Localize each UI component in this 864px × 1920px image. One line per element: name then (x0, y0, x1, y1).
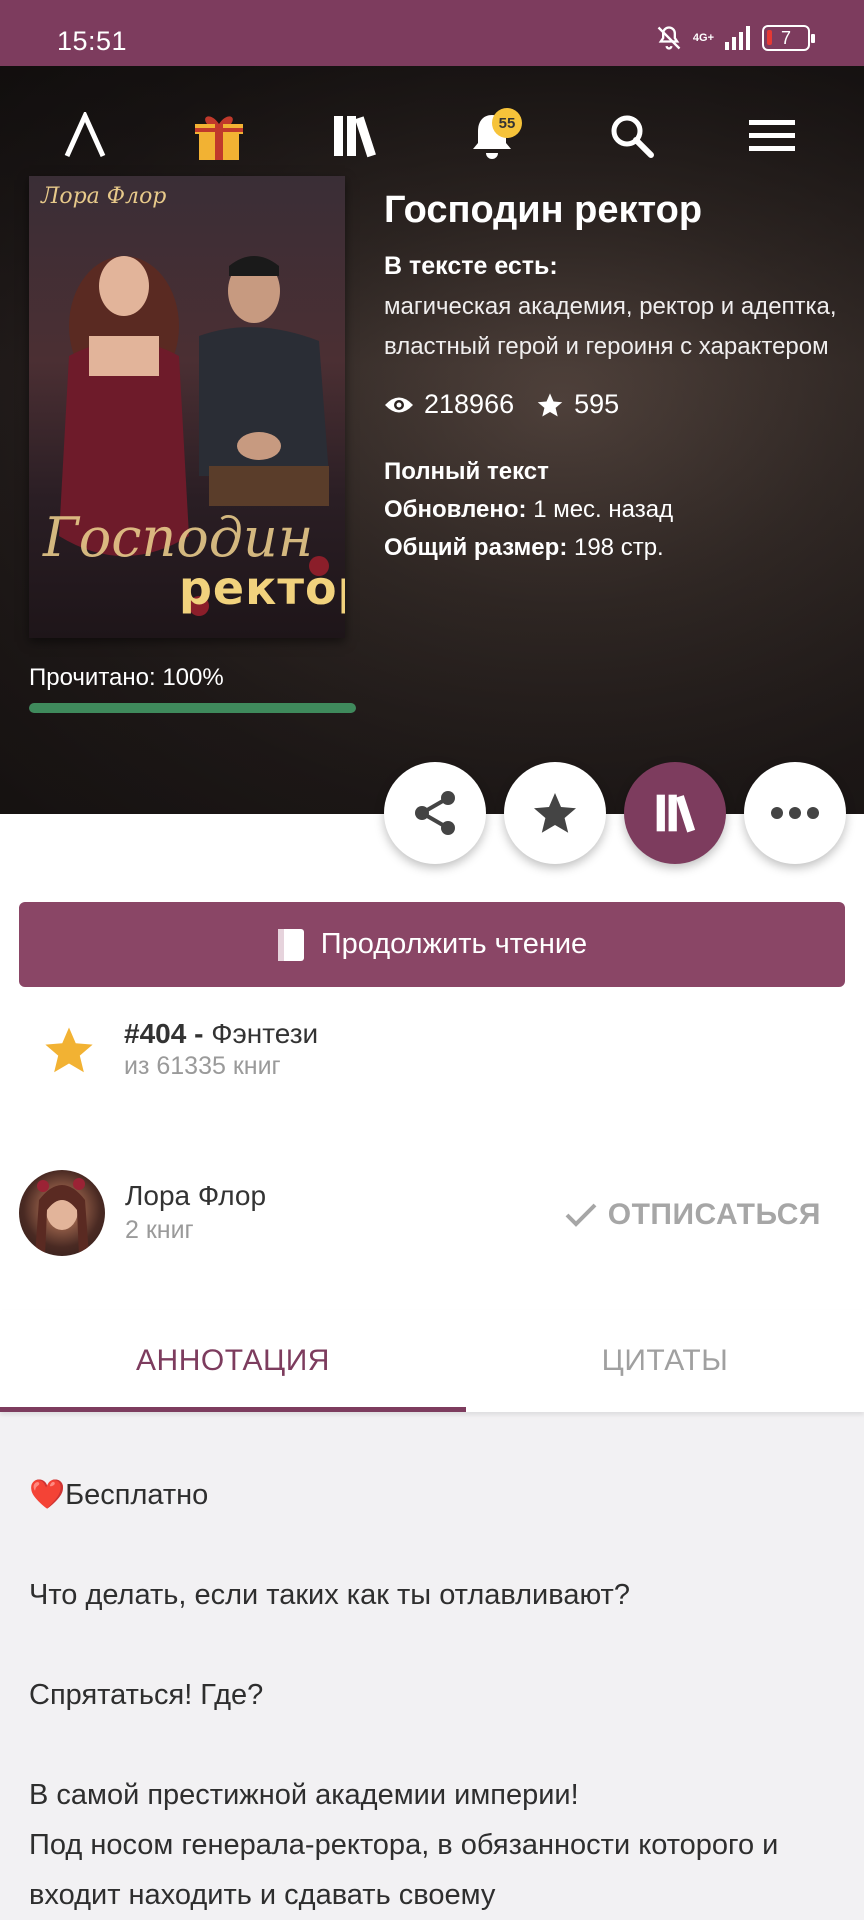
continue-reading-button[interactable]: Продолжить чтение (19, 902, 845, 987)
likes-count: 595 (574, 389, 620, 419)
genre-rank[interactable]: #404 - Фэнтези из 61335 книг (42, 1018, 318, 1081)
updated-value: 1 мес. назад (533, 496, 674, 523)
continue-reading-label: Продолжить чтение (320, 928, 588, 960)
author-avatar[interactable] (19, 1170, 105, 1256)
book-stats: 218966 595 (384, 389, 854, 420)
network-label: 4G+ (692, 31, 714, 44)
share-button[interactable] (384, 762, 486, 864)
signal-icon (725, 26, 750, 50)
reading-progress-fill (29, 703, 356, 713)
library-icon (656, 794, 696, 833)
eye-icon (385, 397, 413, 412)
unsubscribe-label: ОТПИСАТЬСЯ (607, 1198, 821, 1231)
book-info: Господин ректор В тексте есть: магическа… (384, 186, 854, 562)
annotation-text: ❤️Бесплатно Что делать, если таких как т… (29, 1470, 839, 1920)
size-label: Общий размер: (384, 534, 568, 561)
cover-title-line1: Господин (43, 506, 314, 569)
likes-stat: 595 (536, 389, 619, 420)
views-stat: 218966 (384, 389, 514, 420)
annotation-paragraph: ❤️Бесплатно (29, 1479, 209, 1511)
views-count: 218966 (424, 389, 515, 419)
star-icon (534, 793, 576, 833)
rank-text: #404 - Фэнтези из 61335 книг (124, 1018, 318, 1081)
tags-list[interactable]: магическая академия, ректор и адептка, в… (384, 287, 854, 367)
cover-author: Лора Флор (41, 184, 167, 209)
library-icon[interactable] (324, 106, 384, 166)
size-row: Общий размер: 198 стр. (384, 534, 854, 562)
updated-label: Обновлено: (384, 496, 527, 523)
gift-icon[interactable] (189, 106, 249, 166)
tab-quotes[interactable]: ЦИТАТЫ (466, 1310, 864, 1412)
rank-total: из 61335 книг (124, 1052, 281, 1080)
author-name[interactable]: Лора Флор (125, 1180, 266, 1212)
annotation-paragraph: Под носом генерала-ректора, в обязанност… (29, 1829, 779, 1911)
star-icon (45, 1027, 93, 1072)
battery-level: 7 (780, 27, 791, 48)
status-icons: 4G+ 7 (655, 24, 815, 52)
hamburger-menu-icon[interactable] (742, 106, 802, 166)
notifications-button[interactable]: 55 (462, 106, 522, 166)
unsubscribe-button[interactable]: ОТПИСАТЬСЯ (564, 1198, 821, 1232)
status-time: 15:51 (57, 26, 128, 56)
search-icon[interactable] (602, 106, 662, 166)
notification-badge: 55 (492, 108, 522, 138)
book-cover[interactable]: Лора Флор Господин ректор (29, 176, 345, 638)
annotation-paragraph: Что делать, если таких как ты отлавливаю… (29, 1579, 630, 1611)
active-tab-indicator (0, 1407, 466, 1412)
rank-line: #404 - Фэнтези (124, 1018, 318, 1050)
cover-title-line2: ректор (179, 561, 345, 615)
more-icon (771, 807, 819, 819)
library-button[interactable] (624, 762, 726, 864)
reading-progress-label: Прочитано: 100% (29, 664, 224, 691)
favorite-button[interactable] (504, 762, 606, 864)
book-title: Господин ректор (384, 189, 703, 231)
check-icon (565, 1203, 597, 1227)
litnet-logo-icon[interactable] (55, 106, 115, 166)
book-status: Полный текст (384, 458, 549, 485)
annotation-paragraph: Спрятаться! Где? (29, 1679, 264, 1711)
status-bar: 15:51 4G+ 7 (0, 0, 864, 66)
author-books: 2 книг (125, 1216, 194, 1244)
book-icon (277, 928, 304, 961)
tags-label: В тексте есть: (384, 252, 558, 280)
share-icon (415, 791, 455, 835)
mute-icon (657, 26, 681, 50)
reading-progress-bar (29, 703, 356, 713)
rank-number: #404 - (124, 1018, 204, 1049)
size-value: 198 стр. (573, 534, 664, 561)
updated-row: Обновлено: 1 мес. назад (384, 496, 854, 524)
author-row: Лора Флор 2 книг ОТПИСАТЬСЯ (19, 1170, 845, 1256)
content-tabs: АННОТАЦИЯ ЦИТАТЫ (0, 1310, 864, 1412)
star-icon (537, 392, 563, 417)
tab-annotation[interactable]: АННОТАЦИЯ (0, 1310, 466, 1412)
rank-genre: Фэнтези (211, 1018, 319, 1049)
annotation-paragraph: В самой престижной академии империи! (29, 1779, 579, 1811)
more-button[interactable] (744, 762, 846, 864)
battery-icon: 7 (762, 25, 815, 51)
